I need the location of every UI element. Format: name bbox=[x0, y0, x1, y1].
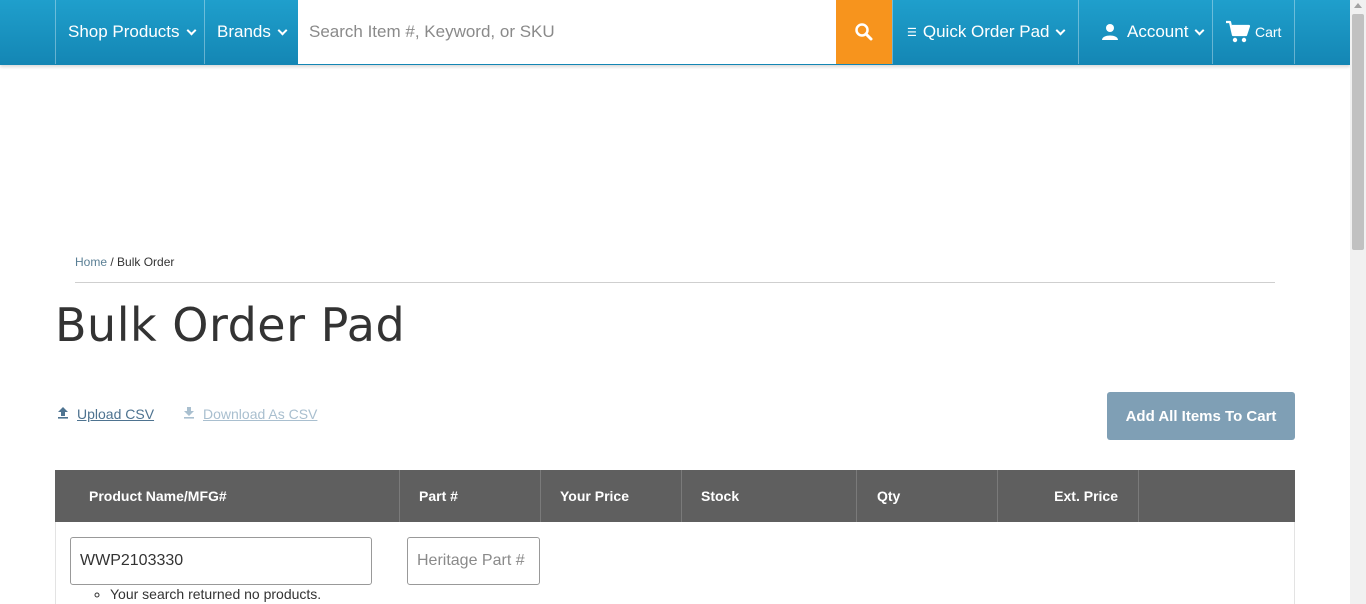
column-header-stock: Stock bbox=[682, 470, 857, 522]
page-scrollbar[interactable] bbox=[1350, 0, 1366, 604]
search-button[interactable] bbox=[836, 0, 892, 64]
scroll-thumb[interactable] bbox=[1352, 14, 1364, 250]
chevron-down-icon bbox=[1056, 25, 1066, 35]
quick-order-pad-label: Quick Order Pad bbox=[922, 22, 1050, 41]
divider bbox=[75, 282, 1275, 283]
column-header-qty: Qty bbox=[857, 470, 998, 522]
cart-icon bbox=[1226, 20, 1251, 43]
shop-products-menu[interactable]: Shop Products bbox=[55, 0, 205, 64]
part-number-input[interactable] bbox=[407, 537, 540, 585]
error-list: Your search returned no products. bbox=[110, 586, 321, 602]
column-header-part: Part # bbox=[400, 470, 541, 522]
column-header-price: Your Price bbox=[541, 470, 682, 522]
top-nav: Shop Products Brands ☰ Quick Order Pad A… bbox=[0, 0, 1350, 65]
account-label: Account bbox=[1127, 22, 1189, 41]
download-icon bbox=[183, 406, 195, 422]
chevron-down-icon bbox=[1194, 25, 1205, 35]
search-error-message: Your search returned no products. bbox=[110, 586, 321, 602]
breadcrumb-separator: / bbox=[107, 255, 118, 269]
cart-label: Cart bbox=[1255, 24, 1282, 40]
brands-label: Brands bbox=[217, 22, 271, 41]
quick-order-pad-menu[interactable]: ☰ Quick Order Pad bbox=[892, 0, 1078, 64]
chevron-down-icon bbox=[277, 25, 288, 35]
column-header-ext-price: Ext. Price bbox=[998, 470, 1139, 522]
breadcrumb: Home / Bulk Order bbox=[75, 255, 174, 269]
breadcrumb-home-link[interactable]: Home bbox=[75, 255, 107, 269]
product-name-input[interactable] bbox=[70, 537, 372, 585]
upload-csv-link[interactable]: Upload CSV bbox=[57, 406, 154, 422]
add-all-to-cart-button[interactable]: Add All Items To Cart bbox=[1107, 392, 1295, 440]
chevron-down-icon bbox=[186, 25, 196, 35]
download-csv-link[interactable]: Download As CSV bbox=[183, 406, 317, 422]
table-header: Product Name/MFG# Part # Your Price Stoc… bbox=[55, 470, 1295, 522]
upload-icon bbox=[57, 406, 69, 422]
user-icon bbox=[1102, 24, 1118, 40]
search-box bbox=[298, 0, 836, 64]
upload-csv-label: Upload CSV bbox=[77, 406, 155, 422]
breadcrumb-current: Bulk Order bbox=[117, 255, 175, 269]
column-header-product: Product Name/MFG# bbox=[55, 470, 400, 522]
account-menu[interactable]: Account bbox=[1078, 0, 1213, 64]
cart-link[interactable]: Cart bbox=[1212, 0, 1295, 64]
scroll-up-icon[interactable] bbox=[1354, 3, 1362, 8]
page-title: Bulk Order Pad bbox=[55, 298, 406, 352]
list-icon: ☰ bbox=[907, 26, 917, 39]
brands-menu[interactable]: Brands bbox=[204, 0, 298, 64]
search-input[interactable] bbox=[309, 22, 836, 42]
download-csv-label: Download As CSV bbox=[203, 406, 318, 422]
shop-products-label: Shop Products bbox=[68, 22, 180, 41]
search-icon bbox=[855, 23, 873, 41]
